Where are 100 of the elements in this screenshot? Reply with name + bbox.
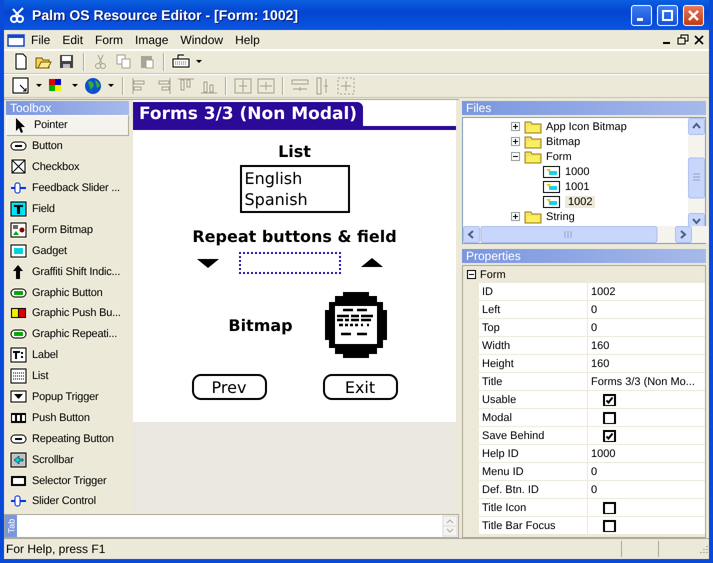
form-icon [543, 180, 561, 194]
dropdown-icon [10, 389, 27, 406]
vertical-scrollbar[interactable] [688, 118, 705, 228]
toolbox-item[interactable]: Scrollbar [4, 449, 131, 470]
expand-icon[interactable] [511, 122, 520, 131]
property-value[interactable]: 0 [591, 304, 598, 316]
toolbox-item[interactable]: Graffiti Shift Indic... [4, 261, 131, 282]
toolbox-item[interactable]: Graphic Push Bu... [4, 303, 131, 324]
property-name: Save Behind [481, 428, 546, 444]
toolbox-item[interactable]: Repeating Button [4, 428, 131, 450]
toolbox-item[interactable]: Popup Trigger [4, 386, 131, 408]
property-name: Height [481, 356, 515, 372]
property-name: Left [481, 302, 502, 318]
toolbox-item[interactable]: Field [4, 198, 131, 220]
menu-item[interactable]: File [25, 32, 56, 46]
menu-item[interactable]: Edit [56, 32, 90, 46]
form-title: Forms 3/3 (Non Modal) [133, 102, 364, 126]
collapse-icon[interactable] [467, 270, 476, 279]
toolbox-item[interactable]: Graphic Button [4, 282, 131, 304]
property-value[interactable]: 1000 [591, 448, 616, 460]
property-value[interactable]: 1002 [591, 286, 616, 298]
expand-icon[interactable] [511, 137, 520, 146]
property-name: ID [481, 284, 494, 300]
panel-header: Files [462, 101, 706, 115]
status-text: For Help, press F1 [6, 542, 106, 556]
toolbox-item[interactable]: Graphic Repeati... [4, 324, 131, 345]
property-name: Usable [481, 392, 518, 408]
list-box[interactable]: English Spanish [240, 165, 350, 213]
panel-header: Toolbox [6, 101, 129, 115]
property-name: Title Bar Focus [481, 518, 557, 534]
toolbox-item[interactable]: Feedback Slider ... [4, 178, 131, 199]
slider-icon [10, 180, 27, 196]
checkbox[interactable] [603, 412, 616, 424]
scissors-icon [9, 6, 27, 24]
label-icon [10, 347, 27, 364]
maximize-icon[interactable] [662, 10, 673, 20]
language-option[interactable]: English [244, 168, 344, 189]
scrollbar-icon [10, 452, 27, 468]
toolbox-item[interactable]: Pointer [6, 115, 129, 136]
input-field[interactable] [238, 252, 340, 274]
property-value[interactable]: 0 [591, 484, 598, 496]
property-name: Top [481, 320, 501, 336]
form-button[interactable]: Exit [322, 374, 398, 400]
collapse-icon[interactable] [511, 152, 520, 161]
property-value[interactable]: Forms 3/3 (Non Mo... [591, 376, 695, 388]
minimize-button[interactable] [631, 4, 652, 26]
menu-item[interactable]: Form [89, 32, 130, 46]
section-label: Bitmap [228, 316, 293, 334]
property-name: Help ID [481, 446, 520, 462]
toolbox-item[interactable]: Slider Control [4, 491, 131, 512]
toolbox-item[interactable]: Button [4, 136, 131, 157]
restore-icon[interactable] [675, 32, 691, 46]
checkbox-icon [10, 159, 27, 176]
property-value[interactable]: 160 [591, 340, 610, 352]
property-value[interactable]: 0 [591, 466, 598, 478]
property-name: Width [481, 338, 512, 354]
document-icon[interactable] [7, 32, 25, 46]
maximize-button[interactable] [657, 4, 678, 26]
toolbox-item[interactable]: Gadget [4, 240, 131, 262]
expand-icon[interactable] [511, 212, 520, 221]
menu-item[interactable]: Help [229, 32, 266, 46]
folder-icon [524, 150, 542, 164]
tree-item[interactable]: App Icon Bitmap [546, 120, 627, 132]
property-name: Modal [481, 410, 513, 426]
checkbox[interactable] [603, 502, 616, 514]
form-button[interactable]: Prev [192, 374, 266, 400]
property-name: Def. Btn. ID [481, 482, 540, 498]
toolbox-item[interactable]: Form Bitmap [4, 219, 131, 240]
menu-item[interactable]: Image [129, 32, 174, 46]
toolbox-item[interactable]: Checkbox [4, 156, 131, 178]
tree-item[interactable]: Form [546, 150, 572, 162]
tree-item[interactable]: Bitmap [546, 136, 580, 148]
toolbox-item[interactable]: Push Button [4, 407, 131, 428]
globe-icon[interactable] [84, 77, 102, 95]
toolbox-item[interactable]: Label [4, 344, 131, 366]
down-triangle-icon[interactable] [196, 257, 218, 269]
panel-header: Properties [462, 249, 706, 263]
property-name: Menu ID [481, 464, 525, 480]
property-value[interactable]: 0 [591, 322, 598, 334]
toolbox-item[interactable]: Selector Trigger [4, 470, 131, 492]
tree-item[interactable]: String [546, 210, 575, 222]
menu-item[interactable]: Window [174, 32, 230, 46]
tree-item[interactable]: 1001 [565, 180, 590, 192]
checkbox[interactable] [603, 394, 616, 406]
up-triangle-icon[interactable] [360, 257, 382, 269]
save-icon[interactable] [58, 53, 76, 71]
close-button[interactable] [683, 4, 704, 26]
toolbox-item[interactable]: List [4, 366, 131, 387]
gadget-icon [10, 242, 27, 259]
tree-item[interactable]: 1000 [565, 166, 590, 178]
property-value[interactable]: 160 [591, 358, 610, 370]
form-icon [543, 194, 561, 208]
section-label: Repeat buttons & field [192, 227, 397, 246]
checkbox[interactable] [603, 430, 616, 442]
text-field-icon [10, 201, 27, 217]
checkbox[interactable] [603, 520, 616, 532]
tree-item[interactable]: 1002 [565, 196, 596, 208]
language-option[interactable]: Spanish [244, 189, 344, 210]
resize-icon[interactable] [12, 77, 30, 95]
section-label: List [278, 142, 311, 161]
